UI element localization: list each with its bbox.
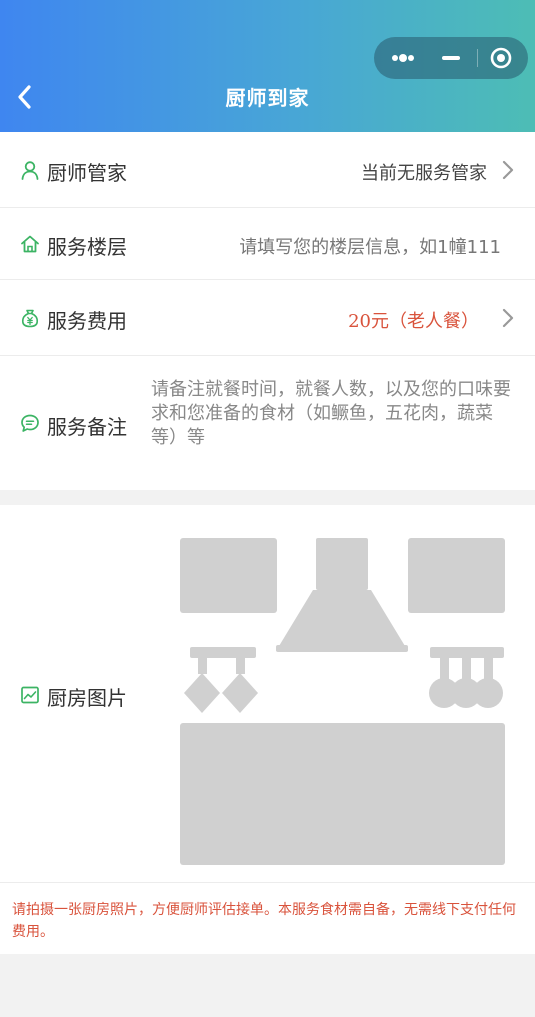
notes-textarea[interactable]: 请备注就餐时间，就餐人数，以及您的口味要求和您准备的食材（如鳜鱼，五花肉，蔬菜等…: [151, 378, 511, 450]
image-icon: [21, 686, 39, 704]
more-button[interactable]: [374, 37, 426, 79]
chevron-right-icon: [502, 308, 514, 328]
kitchen-photo-row: 厨房图片: [0, 505, 535, 882]
close-target-icon: [490, 47, 512, 69]
kitchen-photo-upload[interactable]: [178, 535, 508, 870]
page-title: 厨师到家: [225, 86, 310, 110]
manager-row[interactable]: 厨师管家 当前无服务管家: [0, 132, 535, 208]
chevron-right-icon: [502, 160, 514, 180]
home-icon: [21, 235, 39, 253]
kitchen-photo-label: 厨房图片: [47, 686, 127, 710]
chat-bubble-icon: [21, 414, 39, 432]
manager-value: 当前无服务管家: [361, 163, 487, 184]
notice-box: 请拍摄一张厨房照片，方便厨师评估接单。本服务食材需自备，无需线下支付任何费用。: [0, 882, 535, 954]
floor-input[interactable]: 请填写您的楼层信息，如1幢111: [239, 233, 501, 259]
floor-row: 服务楼层 请填写您的楼层信息，如1幢111: [0, 208, 535, 280]
kitchen-placeholder-icon: [180, 538, 505, 865]
close-button[interactable]: [476, 37, 528, 79]
minimize-button[interactable]: [426, 37, 476, 79]
fee-label: 服务费用: [47, 309, 127, 333]
user-icon: [21, 161, 39, 180]
money-bag-icon: [21, 309, 39, 328]
notes-row: 服务备注 请备注就餐时间，就餐人数，以及您的口味要求和您准备的食材（如鳜鱼，五花…: [0, 356, 535, 490]
fee-row[interactable]: 服务费用 20元（老人餐）: [0, 280, 535, 356]
minimize-icon: [442, 56, 460, 60]
navigation-bar: 厨师到家: [0, 0, 535, 132]
manager-label: 厨师管家: [47, 161, 127, 185]
notice-text: 请拍摄一张厨房照片，方便厨师评估接单。本服务食材需自备，无需线下支付任何费用。: [12, 902, 516, 940]
floor-label: 服务楼层: [47, 235, 127, 259]
notes-label: 服务备注: [47, 415, 127, 439]
fee-value: 20元（老人餐）: [348, 311, 479, 332]
mini-program-capsule: [374, 37, 528, 79]
more-dots-icon: [392, 54, 414, 62]
